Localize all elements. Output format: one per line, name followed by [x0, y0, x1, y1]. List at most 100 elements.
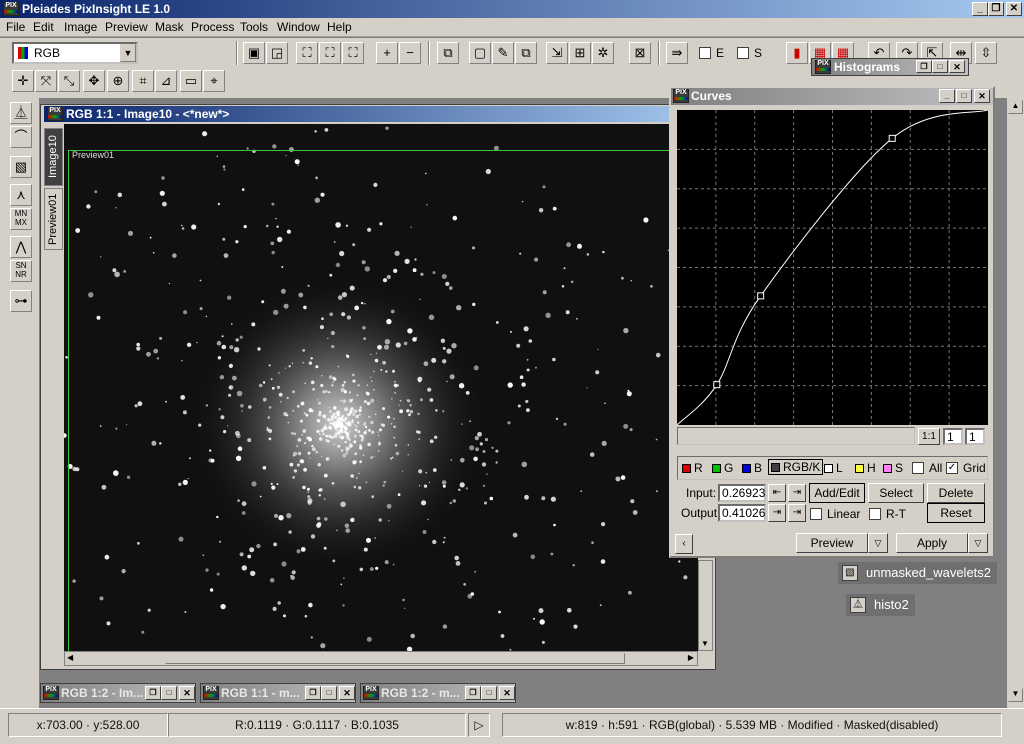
apply-button[interactable]: Apply: [896, 533, 968, 553]
new-preview-icon[interactable]: ⧉: [437, 42, 459, 64]
restore-button[interactable]: ❐: [465, 686, 481, 700]
zoom-out-icon[interactable]: −: [399, 42, 421, 64]
delete-preview-icon[interactable]: ⊠: [629, 42, 651, 64]
preview-rectangle[interactable]: [68, 150, 698, 651]
restore-button[interactable]: ❐: [988, 2, 1004, 16]
morphology-icon[interactable]: ⋀: [10, 236, 32, 258]
chevron-down-icon[interactable]: ▼: [120, 44, 136, 62]
close-button[interactable]: ✕: [499, 686, 515, 700]
grid-checkbox[interactable]: ✓: [946, 462, 958, 474]
menu-process[interactable]: Process: [191, 20, 234, 34]
minmax-icon[interactable]: MN MX: [10, 208, 32, 230]
new-document-icon[interactable]: ▢: [469, 42, 491, 64]
transfer-icon[interactable]: ⇛: [666, 42, 688, 64]
curves-maximize-button[interactable]: □: [956, 89, 972, 103]
curves-close-button[interactable]: ✕: [974, 89, 990, 103]
horizontal-scroll-thumb[interactable]: [165, 653, 625, 664]
zoom-1-2-icon[interactable]: ⛶: [319, 42, 341, 64]
image-horizontal-scrollbar[interactable]: ◀ ▶: [64, 651, 698, 666]
curve-point[interactable]: [888, 134, 896, 142]
histograms-close-button[interactable]: ✕: [949, 60, 965, 73]
input-decrease-icon[interactable]: ⇤: [768, 484, 786, 502]
wavelets-process-icon[interactable]: ▧: [10, 156, 32, 178]
scroll-left-icon[interactable]: ◀: [67, 653, 73, 662]
menu-help[interactable]: Help: [327, 20, 352, 34]
process-icon-histo2[interactable]: ⏅ histo2: [846, 594, 915, 616]
pan-mode-icon[interactable]: ✥: [83, 70, 105, 92]
histograms-restore-button[interactable]: ❐: [916, 60, 932, 73]
restore-button[interactable]: ❐: [305, 686, 321, 700]
maximize-button[interactable]: □: [481, 686, 497, 700]
close-button[interactable]: ✕: [179, 686, 195, 700]
close-button[interactable]: ✕: [339, 686, 355, 700]
preview-settings-icon[interactable]: ✲: [592, 42, 614, 64]
channel-rgb-k[interactable]: RGB/K: [768, 459, 824, 475]
channel-s[interactable]: S: [883, 461, 903, 475]
output-increase-icon[interactable]: ⇥: [788, 504, 806, 522]
curves-graph[interactable]: [676, 109, 989, 426]
histograms-window[interactable]: PIX Histograms ❐ □ ✕: [811, 58, 969, 76]
center-mode-icon[interactable]: ⊕: [107, 70, 129, 92]
histogram-process-icon[interactable]: ⏅: [10, 102, 32, 124]
restore-button[interactable]: ❐: [145, 686, 161, 700]
zoom-x-field[interactable]: 1: [943, 428, 963, 445]
minimize-button[interactable]: _: [972, 2, 988, 16]
add-edit-button[interactable]: Add/Edit: [809, 483, 865, 503]
output-decrease-icon[interactable]: ⇥: [768, 504, 786, 522]
reset-button[interactable]: Reset: [927, 503, 985, 523]
apply-dropdown-icon[interactable]: ▽: [968, 533, 988, 553]
zoom-out-mode-icon[interactable]: ⤡: [58, 70, 80, 92]
zoom-in-icon[interactable]: +: [376, 42, 398, 64]
preview-to-image-icon[interactable]: ⇲: [546, 42, 568, 64]
checkbox-s[interactable]: [737, 47, 749, 59]
preview-button[interactable]: Preview: [796, 533, 868, 553]
histogram-tool-icon[interactable]: ▮: [786, 42, 808, 64]
readout-mode-icon[interactable]: ✛: [12, 70, 34, 92]
input-value-field[interactable]: 0.26923: [718, 484, 766, 502]
minimized-window[interactable]: PIX RGB 1:1 - m... ❐ □ ✕: [200, 683, 356, 703]
scroll-down-icon[interactable]: ▼: [701, 639, 709, 648]
dynamic-crop-icon[interactable]: ⊿: [155, 70, 177, 92]
process-icon-unmasked-wavelets2[interactable]: ▧ unmasked_wavelets2: [838, 562, 998, 584]
rt-checkbox[interactable]: [869, 508, 881, 520]
curves-process-icon[interactable]: ⌒: [10, 126, 32, 148]
menu-image[interactable]: Image: [64, 20, 97, 34]
zoom-mode-icon[interactable]: ⤧: [35, 70, 57, 92]
add-preview-icon[interactable]: ⊞: [569, 42, 591, 64]
output-value-field[interactable]: 0.41026: [718, 504, 766, 522]
fit-window-icon[interactable]: ▣: [243, 42, 265, 64]
checkbox-e[interactable]: [699, 47, 711, 59]
all-checkbox[interactable]: [912, 462, 924, 474]
select-preview-icon[interactable]: ⌖: [203, 70, 225, 92]
menu-edit[interactable]: Edit: [33, 20, 54, 34]
curves-minimize-button[interactable]: _: [939, 89, 955, 103]
curves-title-bar[interactable]: PIX Curves _ □ ✕: [671, 88, 993, 105]
input-increase-icon[interactable]: ⇥: [788, 484, 806, 502]
crop-icon[interactable]: ⌗: [132, 70, 154, 92]
duplicate-preview-icon[interactable]: ⧉: [515, 42, 537, 64]
close-button[interactable]: ✕: [1006, 2, 1022, 16]
tab-image10[interactable]: Image10: [44, 128, 63, 186]
menu-tools[interactable]: Tools: [240, 20, 268, 34]
histogram-stretch-icon[interactable]: ⋏: [10, 184, 32, 206]
curve-point[interactable]: [757, 292, 765, 300]
color-space-select[interactable]: RGB ▼: [12, 42, 138, 64]
scroll-right-icon[interactable]: ▶: [688, 653, 694, 662]
menu-file[interactable]: File: [6, 20, 25, 34]
menu-window[interactable]: Window: [277, 20, 320, 34]
new-image-icon[interactable]: ▭: [180, 70, 202, 92]
channel-g[interactable]: G: [712, 461, 733, 475]
minimized-window[interactable]: PIX RGB 1:2 - Im... ❐ □ ✕: [40, 683, 196, 703]
zoom-y-field[interactable]: 1: [965, 428, 985, 445]
edit-preview-icon[interactable]: ✎: [492, 42, 514, 64]
curve-point[interactable]: [713, 381, 721, 389]
delete-button[interactable]: Delete: [927, 483, 985, 503]
channel-b[interactable]: B: [742, 461, 762, 475]
snr-icon[interactable]: SN NR: [10, 260, 32, 282]
preview-dropdown-icon[interactable]: ▽: [868, 533, 888, 553]
select-button[interactable]: Select: [868, 483, 924, 503]
workspace-scrollbar[interactable]: ▲ ▼: [1006, 98, 1024, 708]
channel-r[interactable]: R: [682, 461, 703, 475]
mirror-vertical-icon[interactable]: ⇳: [975, 42, 997, 64]
maximize-button[interactable]: □: [161, 686, 177, 700]
